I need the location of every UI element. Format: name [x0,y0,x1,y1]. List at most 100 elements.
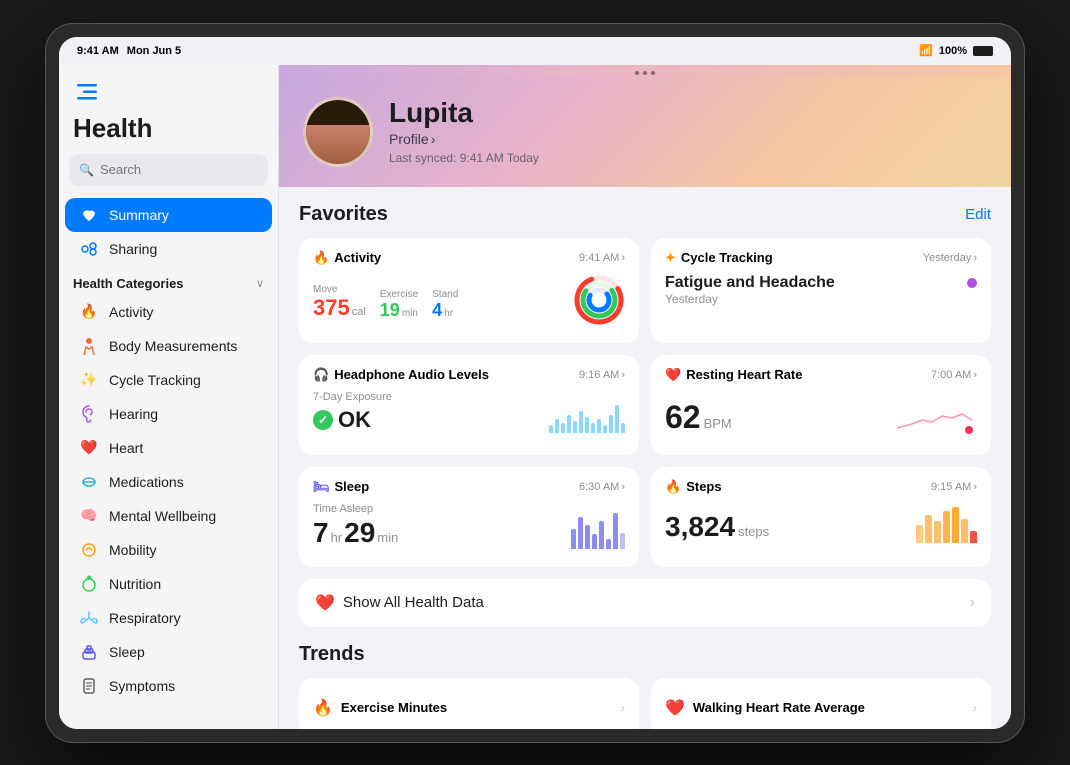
steps-card[interactable]: 🔥 Steps 9:15 AM › 3,824 [651,467,991,567]
sidebar-item-mobility[interactable]: Mobility [65,533,272,567]
sleep-bar-6 [606,539,611,549]
move-metric: Move 375 cal [313,284,366,321]
sidebar-toggle-button[interactable] [73,81,101,103]
header-dots [279,65,1011,77]
headphone-card[interactable]: 🎧 Headphone Audio Levels 9:16 AM › [299,355,639,455]
activity-metrics: Move 375 cal Exercise [313,284,458,321]
profile-name: Lupita [389,98,987,129]
steps-icon: 🔥 [665,479,681,495]
activity-card-time: 9:41 AM › [579,252,625,264]
sleep-bar-1 [571,529,576,549]
sharing-icon [79,239,99,259]
trend-walking-heart-rate[interactable]: ❤️ Walking Heart Rate Average › [651,678,991,729]
bar-7 [585,417,589,433]
trends-header: Trends [299,643,991,666]
body-measurements-icon [79,336,99,356]
activity-card[interactable]: 🔥 Activity 9:41 AM › [299,238,639,343]
sidebar-item-nutrition[interactable]: Nutrition [65,567,272,601]
sidebar: Health 🔍 🎤 Summary [59,65,279,729]
show-all-content: ❤️ Show All Health Data [315,593,484,613]
sleep-time: 7 hr 29 min [313,517,398,549]
bar-9 [597,419,601,433]
ok-circle: ✓ [313,410,333,430]
trend-exercise-minutes[interactable]: 🔥 Exercise Minutes › [299,678,639,729]
steps-bar-1 [916,525,923,543]
headphone-card-header: 🎧 Headphone Audio Levels 9:16 AM › [313,367,625,383]
medications-icon [79,472,99,492]
bar-6 [579,411,583,433]
steps-bar-3 [934,521,941,543]
sleep-card-label: Sleep [335,479,370,494]
sidebar-item-hearing[interactable]: Hearing [65,397,272,431]
steps-unit: steps [738,524,769,539]
move-unit: cal [352,306,366,318]
body-measurements-label: Body Measurements [109,338,237,354]
profile-link[interactable]: Profile › [389,131,987,147]
sidebar-item-symptoms[interactable]: Symptoms [65,669,272,703]
sidebar-item-body-measurements[interactable]: Body Measurements [65,329,272,363]
sidebar-item-heart[interactable]: ❤️ Heart [65,431,272,465]
steps-bar-7 [970,531,977,543]
status-bar: 9:41 AM Mon Jun 5 📶 100% [59,37,1011,65]
sleep-card[interactable]: 🛏 Sleep 6:30 AM › Time Asleep [299,467,639,567]
ok-text: OK [338,407,371,433]
headphone-card-time: 9:16 AM › [579,369,625,381]
activity-card-title: 🔥 Activity [313,250,381,266]
show-all-text: Show All Health Data [343,594,484,611]
show-all-chevron: › [970,594,975,612]
battery-icon [973,46,993,56]
status-bar-left: 9:41 AM Mon Jun 5 [77,45,181,57]
categories-chevron[interactable]: ∨ [256,277,264,290]
ok-badge: ✓ OK [313,407,392,433]
resting-heart-header: ❤️ Resting Heart Rate 7:00 AM › [665,367,977,383]
bar-4 [567,415,571,433]
steps-value: 3,824 [665,511,735,543]
sleep-bar-2 [578,517,583,549]
resting-heart-card[interactable]: ❤️ Resting Heart Rate 7:00 AM › [651,355,991,455]
heart-fill-icon [79,205,99,225]
sidebar-item-mental-wellbeing[interactable]: 🧠 Mental Wellbeing [65,499,272,533]
sidebar-item-sleep[interactable]: Sleep [65,635,272,669]
status-bar-right: 📶 100% [919,44,993,57]
sleep-minutes: 29 [344,517,375,549]
show-all-health-data[interactable]: ❤️ Show All Health Data › [299,579,991,627]
sleep-card-header: 🛏 Sleep 6:30 AM › [313,479,625,495]
avatar-face [306,100,370,164]
sleep-hr-unit: hr [331,530,343,545]
edit-button[interactable]: Edit [965,206,991,223]
trend-walking-hr-label: Walking Heart Rate Average [693,700,965,715]
stand-unit: hr [444,308,453,319]
mobility-label: Mobility [109,542,156,558]
sidebar-item-medications[interactable]: Medications [65,465,272,499]
steps-card-time: 9:15 AM › [931,481,977,493]
profile-sync: Last synced: 9:41 AM Today [389,151,987,165]
profile-info: Lupita Profile › Last synced: 9:41 AM To… [389,98,987,165]
sleep-bar-5 [599,521,604,549]
search-bar[interactable]: 🔍 🎤 [69,154,268,186]
bpm-value: 62 [665,399,701,436]
sidebar-item-cycle-tracking[interactable]: ✨ Cycle Tracking [65,363,272,397]
sidebar-item-sharing[interactable]: Sharing [65,232,272,266]
search-input[interactable] [100,162,276,177]
cycle-tracking-card[interactable]: ✦ Cycle Tracking Yesterday › F [651,238,991,343]
steps-bar-5 [952,507,959,543]
activity-card-label: Activity [334,250,381,265]
nutrition-label: Nutrition [109,576,161,592]
respiratory-label: Respiratory [109,610,181,626]
categories-header: Health Categories ∨ [59,266,278,295]
content-area: Favorites Edit 🔥 Activity [279,187,1011,729]
exercise-unit: min [402,308,418,319]
exercise-metric: Exercise 19 min [380,289,418,321]
activity-card-header: 🔥 Activity 9:41 AM › [313,250,625,266]
avatar [303,97,373,167]
sidebar-item-activity[interactable]: 🔥 Activity [65,295,272,329]
bar-5 [573,421,577,433]
audio-bars [549,401,625,433]
resting-heart-title: ❤️ Resting Heart Rate [665,367,803,383]
sidebar-item-summary[interactable]: Summary [65,198,272,232]
hearing-icon [79,404,99,424]
categories-title: Health Categories [73,276,184,291]
bar-13 [621,423,625,433]
cycle-event-time: Yesterday [665,292,835,306]
sidebar-item-respiratory[interactable]: Respiratory [65,601,272,635]
